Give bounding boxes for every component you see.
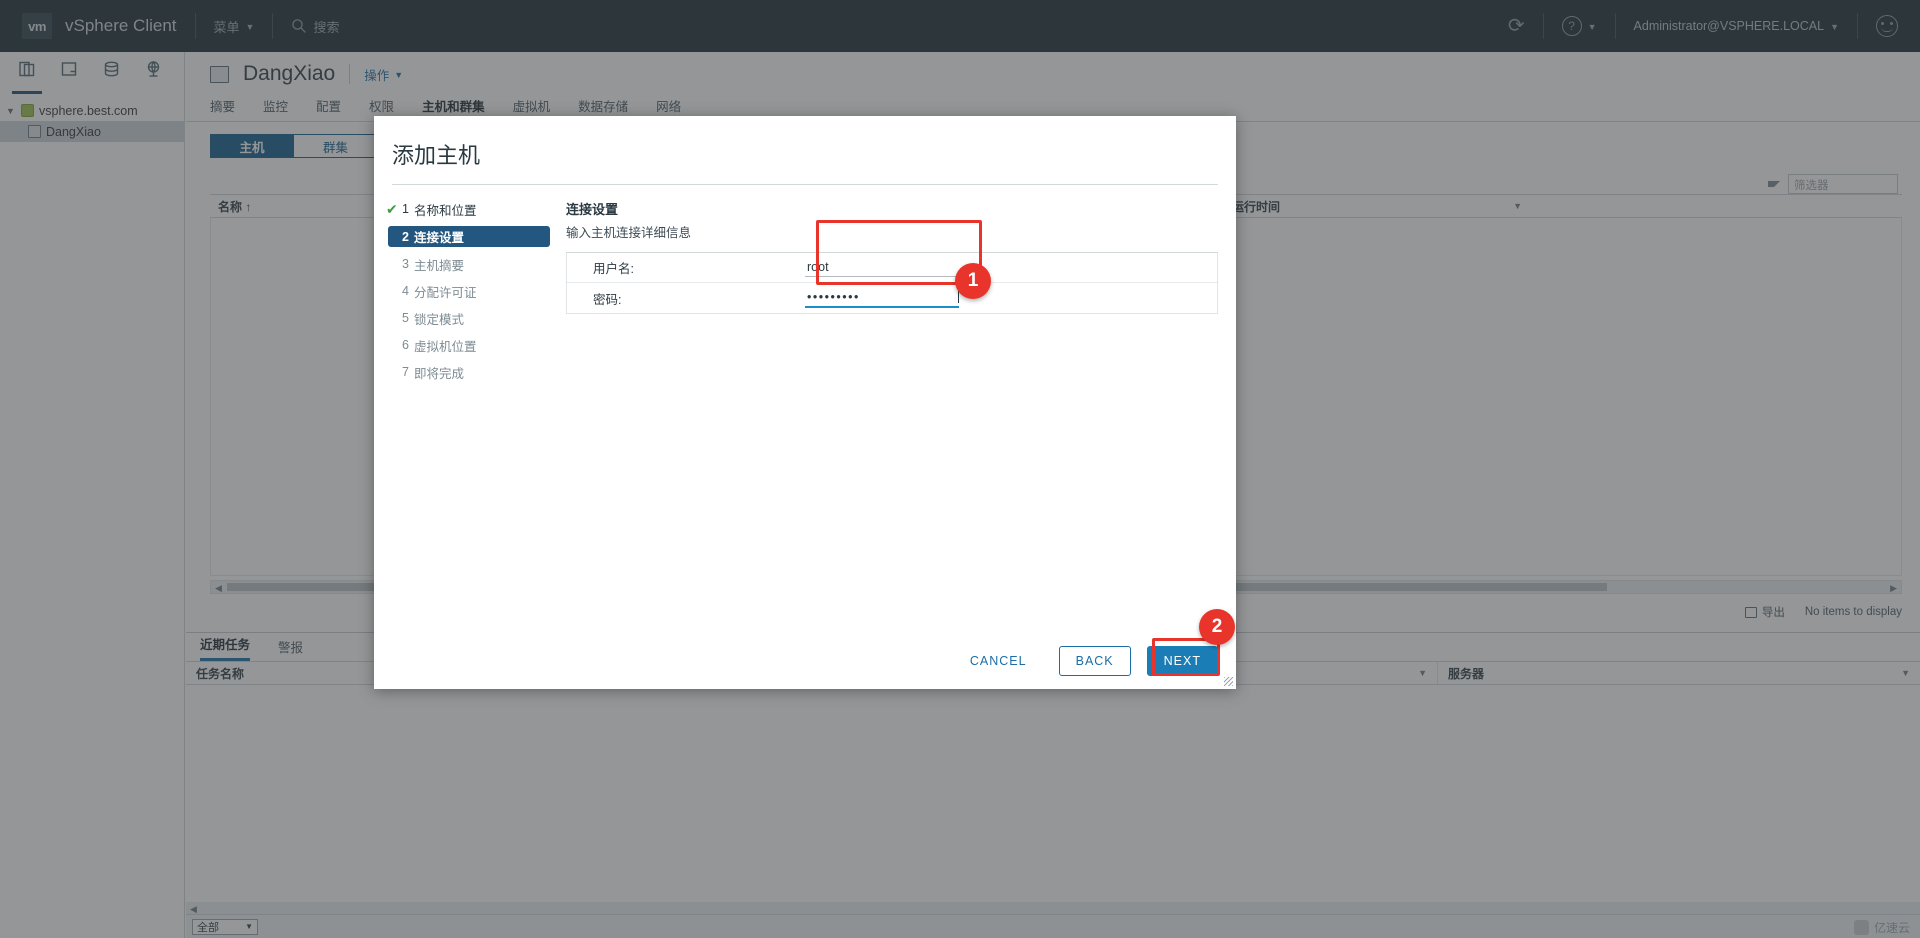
password-input[interactable]: •••••••••: [805, 289, 959, 308]
step-number: 4: [402, 284, 409, 298]
step-label: 分配许可证: [413, 285, 477, 300]
wizard-steps-list: ✔ 1 名称和位置 2 连接设置 3 主机摘要 4 分配许可证 5 锁定模式 6…: [374, 199, 566, 389]
annotation-badge-1: 1: [955, 263, 991, 299]
vsphere-client-window: vm vSphere Client 菜单 ▼ 搜索 ⟳ ? ▼: [0, 0, 1920, 938]
check-icon: ✔: [386, 200, 398, 217]
dialog-footer: CANCEL BACK NEXT: [374, 633, 1236, 689]
pane-title: 连接设置: [566, 202, 619, 217]
password-row: 密码: •••••••••: [567, 283, 1217, 313]
step-number: 2: [402, 229, 409, 244]
annotation-badge-2: 2: [1199, 609, 1235, 645]
step-label: 虚拟机位置: [413, 339, 477, 354]
resize-grip[interactable]: [1224, 677, 1233, 686]
password-value-cell: •••••••••: [805, 288, 1217, 308]
step-number: 5: [402, 311, 409, 325]
wizard-step-name-and-location[interactable]: ✔ 1 名称和位置: [386, 199, 566, 219]
wizard-step-assign-license[interactable]: 4 分配许可证: [388, 281, 566, 301]
wizard-step-vm-location[interactable]: 6 虚拟机位置: [388, 335, 566, 355]
cancel-button[interactable]: CANCEL: [954, 646, 1043, 676]
wizard-step-connection-settings[interactable]: 2 连接设置: [388, 226, 550, 247]
wizard-step-host-summary[interactable]: 3 主机摘要: [388, 254, 566, 274]
step-label: 名称和位置: [413, 203, 477, 218]
step-number: 7: [402, 365, 409, 379]
password-label: 密码:: [593, 292, 622, 307]
step-label: 连接设置: [413, 231, 464, 245]
step-label: 即将完成: [413, 366, 464, 381]
step-number: 6: [402, 338, 409, 352]
step-label: 主机摘要: [413, 258, 464, 273]
dialog-title: 添加主机: [392, 143, 481, 168]
wizard-step-ready-to-complete[interactable]: 7 即将完成: [388, 362, 566, 382]
wizard-step-lockdown-mode[interactable]: 5 锁定模式: [388, 308, 566, 328]
add-host-wizard-dialog: 添加主机 ✔ 1 名称和位置 2 连接设置 3 主机摘要 4 分配许可证 5 锁…: [374, 116, 1236, 689]
step-number: 3: [402, 257, 409, 271]
step-label: 锁定模式: [413, 312, 464, 327]
username-label: 用户名:: [593, 262, 634, 276]
step-number: 1: [402, 202, 409, 216]
dialog-body: ✔ 1 名称和位置 2 连接设置 3 主机摘要 4 分配许可证 5 锁定模式 6…: [374, 185, 1236, 389]
back-button[interactable]: BACK: [1058, 646, 1131, 676]
